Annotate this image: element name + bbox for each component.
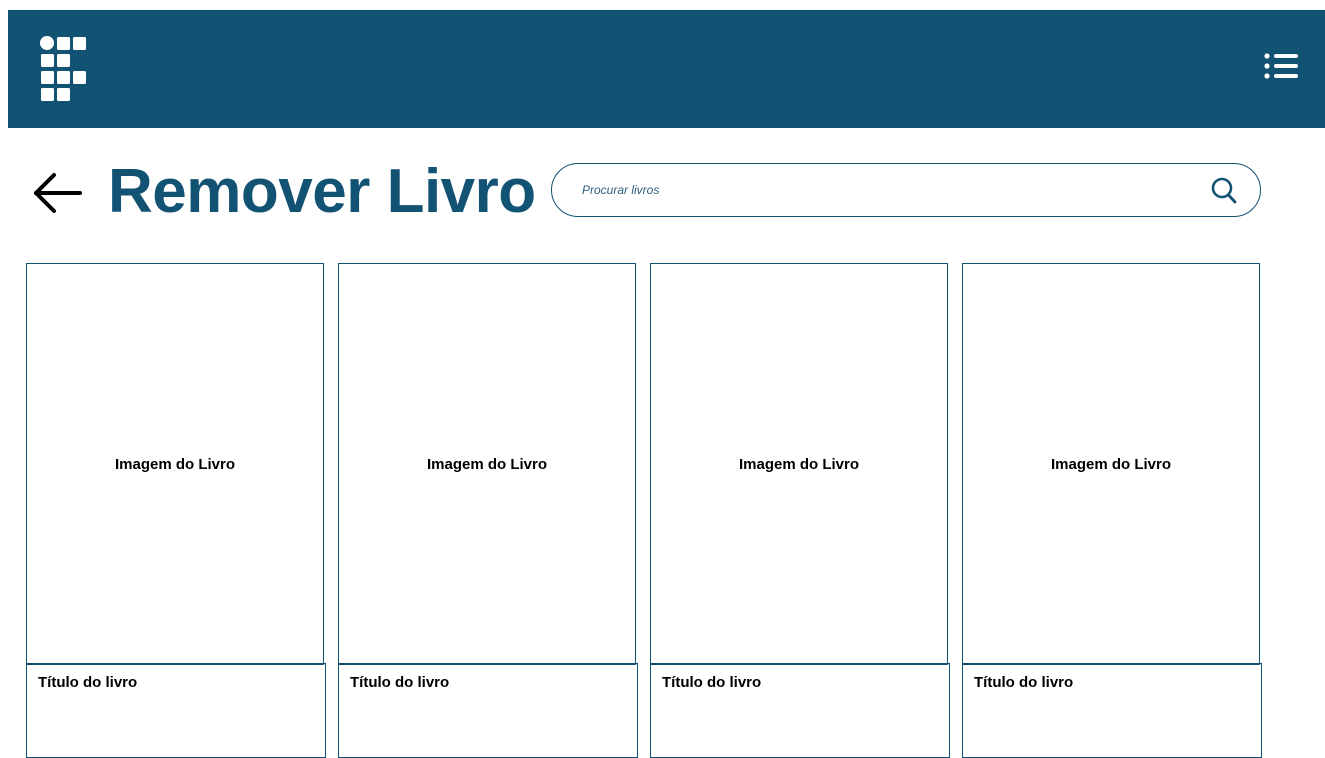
book-title: Título do livro bbox=[974, 674, 1074, 691]
book-image-label: Imagem do Livro bbox=[1050, 455, 1172, 473]
book-image-label: Imagem do Livro bbox=[738, 455, 860, 473]
book-image-placeholder[interactable]: Imagem do Livro bbox=[650, 263, 948, 665]
book-card[interactable]: Imagem do Livro Título do livro bbox=[962, 263, 1262, 758]
book-card[interactable]: Imagem do Livro Título do livro bbox=[26, 263, 326, 758]
book-image-label: Imagem do Livro bbox=[426, 455, 548, 473]
book-card[interactable]: Imagem do Livro Título do livro bbox=[338, 263, 638, 758]
search-input[interactable] bbox=[582, 176, 1182, 204]
book-title: Título do livro bbox=[38, 674, 138, 691]
search-bar bbox=[551, 163, 1261, 217]
book-title: Título do livro bbox=[350, 674, 450, 691]
book-title: Título do livro bbox=[662, 674, 762, 691]
list-menu-icon[interactable] bbox=[1263, 50, 1299, 82]
top-header bbox=[8, 10, 1325, 128]
book-image-placeholder[interactable]: Imagem do Livro bbox=[26, 263, 324, 665]
page-title: Remover Livro bbox=[108, 157, 536, 226]
book-image-placeholder[interactable]: Imagem do Livro bbox=[962, 263, 1260, 665]
book-title-box: Título do livro bbox=[338, 663, 638, 758]
book-image-label: Imagem do Livro bbox=[114, 455, 236, 473]
search-icon[interactable] bbox=[1210, 176, 1238, 206]
book-title-box: Título do livro bbox=[650, 663, 950, 758]
book-image-placeholder[interactable]: Imagem do Livro bbox=[338, 263, 636, 665]
book-card[interactable]: Imagem do Livro Título do livro bbox=[650, 263, 950, 758]
book-title-box: Título do livro bbox=[962, 663, 1262, 758]
grid-logo-icon[interactable] bbox=[40, 36, 88, 104]
arrow-left-icon[interactable] bbox=[30, 170, 86, 216]
book-title-box: Título do livro bbox=[26, 663, 326, 758]
